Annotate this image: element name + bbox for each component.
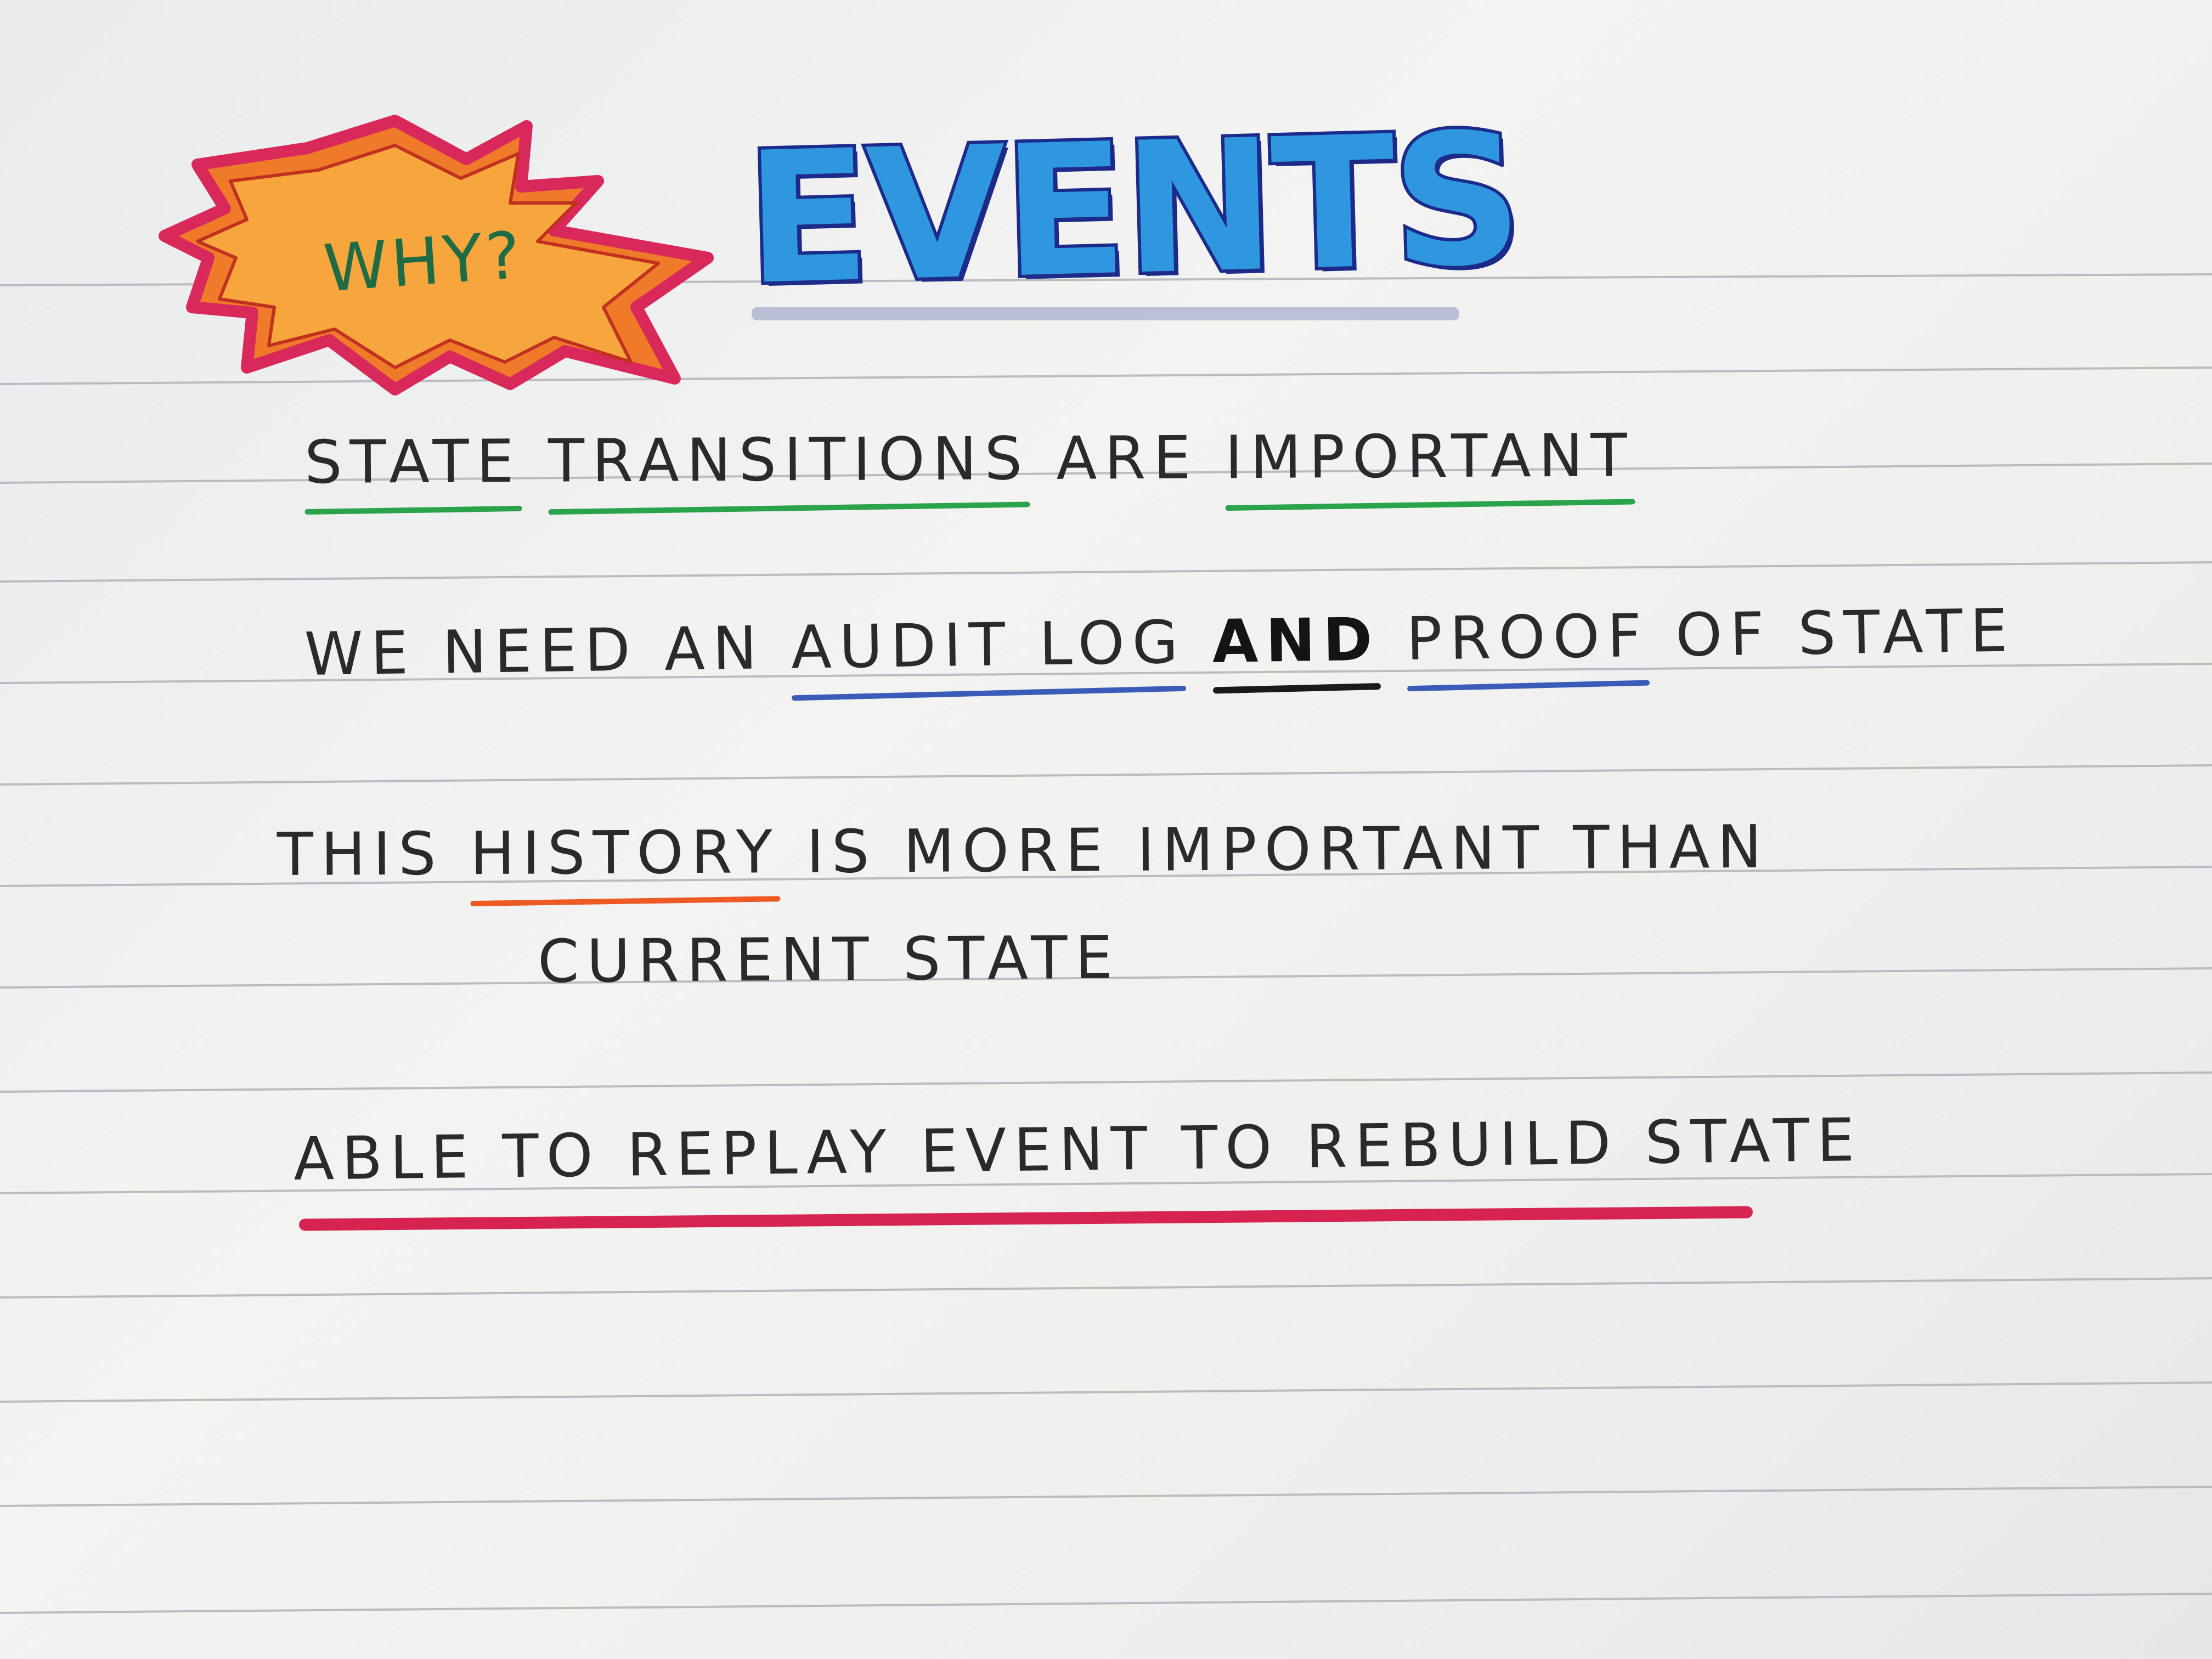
phrase-of-state: OF STATE [1675, 596, 2016, 670]
why-title: WHY? [321, 217, 526, 307]
note-line-3: THIS HISTORY IS MORE IMPORTANT THAN [276, 812, 1770, 889]
phrase-we-need-an: WE NEED AN [304, 614, 765, 689]
note-line-1: STATE TRANSITIONS ARE IMPORTANT [304, 421, 1635, 497]
rule-line [0, 366, 2212, 385]
phrase-is-more-important-than: IS MORE IMPORTANT THAN [806, 812, 1770, 887]
word-this: THIS [276, 820, 444, 889]
rule-line [0, 1277, 2212, 1299]
rule-line [0, 1486, 2212, 1507]
word-are: ARE [1056, 424, 1199, 493]
phrase-current-state: CURRENT STATE [537, 923, 1121, 996]
events-title: EVENTS [740, 91, 1525, 328]
word-important: IMPORTANT [1224, 421, 1635, 493]
rule-line [0, 1381, 2212, 1403]
note-line-4: CURRENT STATE [537, 923, 1121, 996]
rule-line [0, 764, 2212, 786]
word-history: HISTORY [470, 818, 780, 889]
word-state: STATE [304, 427, 522, 497]
word-and: AND [1211, 605, 1381, 676]
word-proof: PROOF [1406, 601, 1650, 674]
rule-line [0, 1071, 2212, 1093]
phrase-audit-log: AUDIT LOG [791, 608, 1187, 682]
rule-line [0, 1593, 2212, 1614]
rule-line [0, 561, 2212, 583]
word-transitions: TRANSITIONS [548, 425, 1030, 496]
